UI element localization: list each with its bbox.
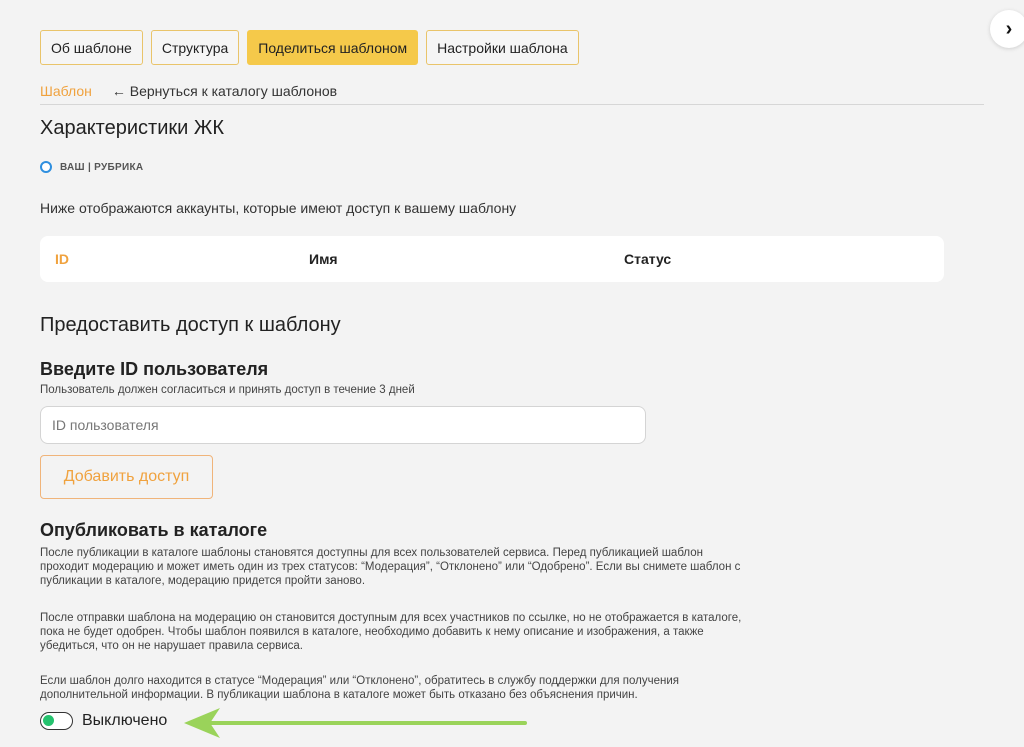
publish-paragraph-2: После отправки шаблона на модерацию он с… <box>40 612 742 652</box>
user-id-input[interactable] <box>40 406 646 444</box>
tag-text: ВАШ | РУБРИКА <box>60 161 144 173</box>
toggle-label: Выключено <box>82 712 168 729</box>
user-id-hint: Пользователь должен согласиться и принят… <box>40 384 415 396</box>
template-tag: ВАШ | РУБРИКА <box>40 161 143 173</box>
breadcrumb-current[interactable]: Шаблон <box>40 83 92 99</box>
add-access-button[interactable]: Добавить доступ <box>40 455 213 499</box>
column-id[interactable]: ID <box>55 251 69 267</box>
publish-toggle-row: Выключено <box>40 712 167 730</box>
tab-bar: Об шаблоне Структура Поделиться шаблоном… <box>40 30 579 65</box>
breadcrumb: Шаблон ← Вернуться к каталогу шаблонов <box>40 83 337 99</box>
page-title: Характеристики ЖК <box>40 117 224 139</box>
publish-paragraph-1: После публикации в каталоге шаблоны стан… <box>40 547 741 587</box>
tab-about[interactable]: Об шаблоне <box>40 30 143 65</box>
publish-paragraph-3: Если шаблон долго находится в статусе “М… <box>40 675 679 701</box>
column-status[interactable]: Статус <box>624 251 671 267</box>
back-to-catalog-link[interactable]: ← Вернуться к каталогу шаблонов <box>112 83 337 99</box>
access-table-header: ID Имя Статус <box>40 236 944 282</box>
publish-title: Опубликовать в каталоге <box>40 520 268 540</box>
tab-settings[interactable]: Настройки шаблона <box>426 30 579 65</box>
user-id-title: Введите ID пользователя <box>40 359 269 379</box>
toggle-knob <box>43 715 54 726</box>
tab-share[interactable]: Поделиться шаблоном <box>247 30 419 65</box>
next-button[interactable]: › <box>990 10 1024 48</box>
chevron-right-icon: › <box>1005 17 1013 40</box>
access-description: Ниже отображаются аккаунты, которые имею… <box>40 200 517 216</box>
tab-structure[interactable]: Структура <box>150 30 240 65</box>
publish-toggle[interactable] <box>40 712 73 730</box>
divider <box>40 104 984 105</box>
grant-access-title: Предоставить доступ к шаблону <box>40 314 341 336</box>
column-name[interactable]: Имя <box>309 251 338 267</box>
status-dot-icon <box>40 161 52 173</box>
annotation-arrow-icon <box>184 708 527 738</box>
